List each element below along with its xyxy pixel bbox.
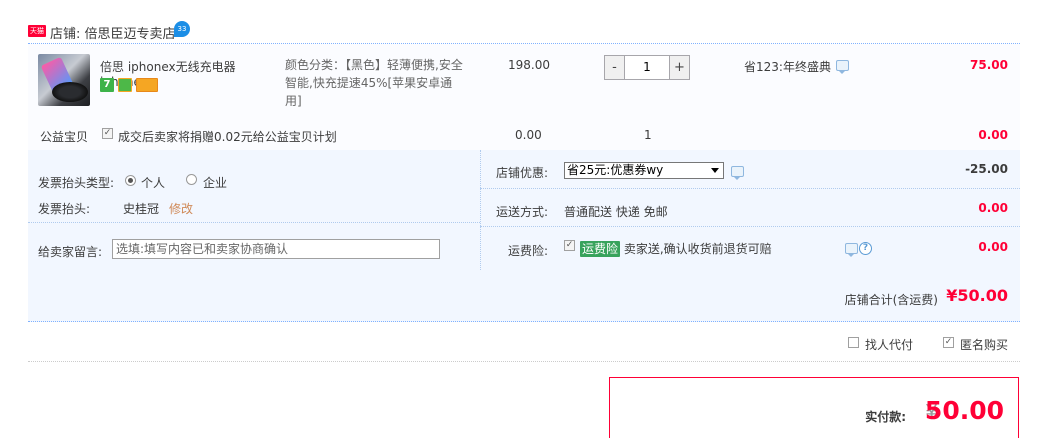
shop-total-row: 店铺合计(含运费) ¥50.00 <box>28 270 1020 322</box>
payment-label: 实付款: <box>865 410 906 424</box>
charity-qty: 1 <box>644 128 652 142</box>
insurance-text: 卖家送,确认收货前退货可赔 <box>623 242 772 256</box>
shop-discount-selected: 省25元:优惠券wy <box>567 163 664 177</box>
invoice-personal-radio[interactable] <box>125 175 136 186</box>
shipping-label: 运送方式: <box>496 205 549 219</box>
options-divider <box>480 150 481 270</box>
shop-total-label: 店铺合计(含运费) <box>844 293 938 307</box>
shipping-amount: 0.00 <box>978 201 1008 215</box>
shop-discount-amount: -25.00 <box>965 162 1008 176</box>
shop-header: 天猫 店铺: 倍思臣迈专卖店 33 <box>28 16 1020 44</box>
message-label: 给卖家留言: <box>38 245 103 259</box>
shop-name-link[interactable]: 店铺: 倍思臣迈专卖店 <box>50 23 176 42</box>
shop-discount-select[interactable]: 省25元:优惠券wy <box>564 162 724 179</box>
seller-message-input[interactable]: 选填:填写内容已和卖家协商确认 <box>112 239 440 259</box>
unit-price: 198.00 <box>508 58 550 72</box>
seven-day-return-icon[interactable]: 7 <box>100 78 114 92</box>
payment-amount: 50.00 <box>924 396 1004 425</box>
order-options: 发票抬头类型: 个人 企业 发票抬头: 史桂冠 修改 给卖家留言: 选填:填写内… <box>28 150 1020 270</box>
guarantee-shield-icon[interactable] <box>118 78 132 92</box>
proxy-pay-checkbox[interactable] <box>848 337 859 348</box>
tmall-badge: 天猫 <box>28 25 46 37</box>
qty-input[interactable]: 1 <box>625 55 669 80</box>
charger-pad-image <box>52 82 88 102</box>
insurance-amount: 0.00 <box>978 240 1008 254</box>
service-icons: 7 <box>100 78 162 92</box>
insurance-comment-icon[interactable] <box>845 243 858 257</box>
shop-total-amount: ¥50.00 <box>946 286 1008 305</box>
anonymous-label[interactable]: 匿名购买 <box>960 336 1008 353</box>
quantity-stepper: - 1 + <box>604 55 690 80</box>
shop-discount-label: 店铺优惠: <box>496 166 549 180</box>
invoice-personal-label[interactable]: 个人 <box>141 174 165 191</box>
extras-divider <box>28 361 1020 362</box>
promo-comment-icon[interactable] <box>836 60 849 74</box>
sku-description: 颜色分类：【黑色】轻薄便携,安全智能,快充提速45%[苹果安卓通用] <box>285 58 463 108</box>
product-thumbnail[interactable] <box>38 54 90 106</box>
dropdown-arrow-icon <box>711 168 719 173</box>
insurance-info: 运费险 卖家送,确认收货前退货可赔 <box>580 240 772 257</box>
qty-minus-button[interactable]: - <box>604 55 625 80</box>
charity-checkbox-icon: ✓ <box>102 128 113 139</box>
insurance-label: 运费险: <box>508 244 549 258</box>
charity-label: 公益宝贝 <box>40 130 89 144</box>
insurance-checkbox-icon: ✓ <box>564 240 575 251</box>
invoice-type-label: 发票抬头类型: <box>38 176 115 190</box>
item-subtotal: 75.00 <box>970 58 1008 72</box>
order-item: 倍思 iphonex无线充电器iphone... 7 颜色分类：【黑色】轻薄便携… <box>28 44 1020 150</box>
credit-card-icon[interactable] <box>136 78 158 92</box>
options-divider <box>480 226 1020 227</box>
anonymous-checkbox[interactable]: ✓ <box>943 337 954 348</box>
options-divider <box>28 222 480 223</box>
help-icon[interactable]: ? <box>859 242 872 255</box>
shipping-method: 普通配送 快递 免邮 <box>564 205 668 219</box>
charity-price: 0.00 <box>515 128 542 142</box>
qty-plus-button[interactable]: + <box>669 55 690 80</box>
promotion-label: 省123:年终盛典 <box>744 60 831 74</box>
discount-comment-icon[interactable] <box>731 166 744 180</box>
invoice-title-value: 史桂冠 <box>123 202 160 216</box>
invoice-company-radio[interactable] <box>186 174 197 185</box>
invoice-title-label: 发票抬头: <box>38 202 91 216</box>
invoice-company-label[interactable]: 企业 <box>203 174 227 191</box>
proxy-pay-label[interactable]: 找人代付 <box>865 336 913 353</box>
options-divider <box>480 188 1020 189</box>
invoice-edit-link[interactable]: 修改 <box>169 200 193 217</box>
charity-text: 成交后卖家将捐赠0.02元给公益宝贝计划 <box>118 130 337 144</box>
wangwang-chat-icon[interactable]: 33 <box>174 21 190 37</box>
insurance-tag: 运费险 <box>580 241 621 257</box>
charity-subtotal: 0.00 <box>978 128 1008 142</box>
payment-summary: 实付款: ¥ 50.00 <box>609 377 1019 438</box>
